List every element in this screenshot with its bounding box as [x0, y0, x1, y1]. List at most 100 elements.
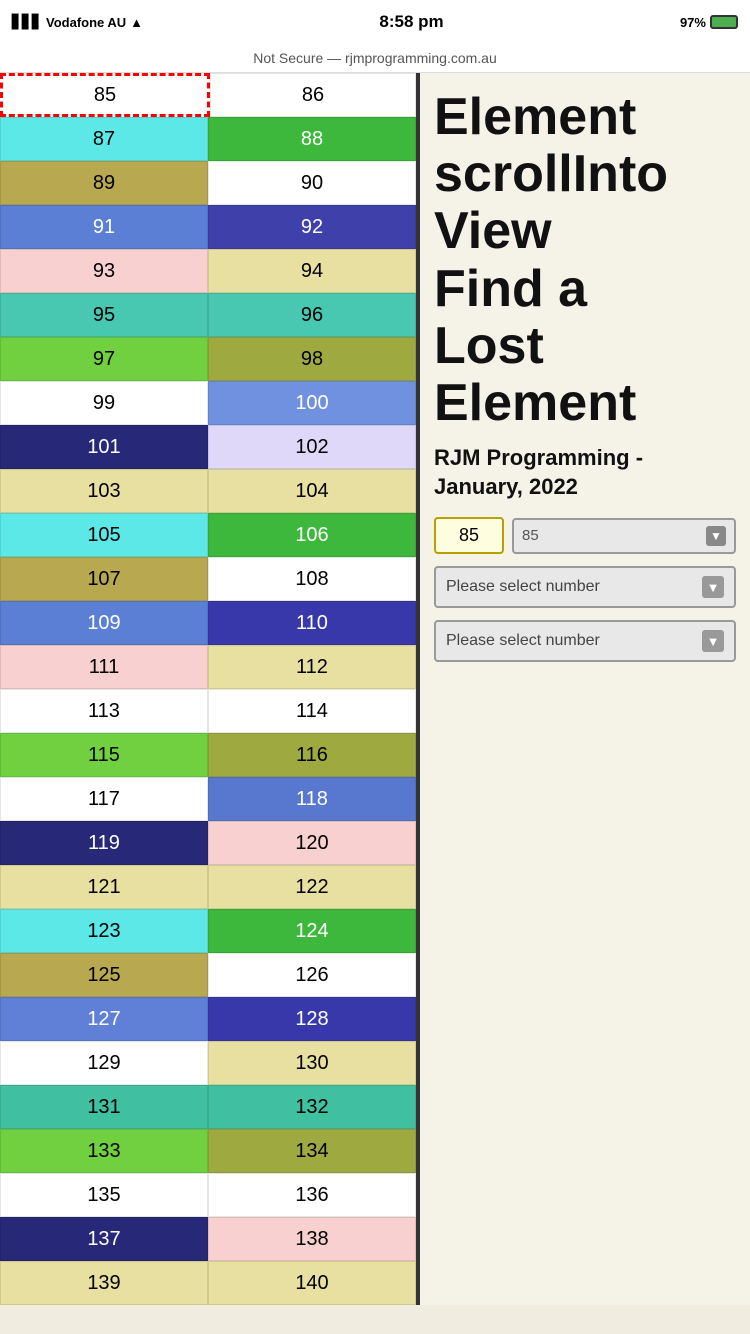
- dropdown-arrow-icon: ▼: [706, 526, 726, 546]
- list-item[interactable]: 106: [208, 513, 416, 557]
- list-item[interactable]: 110: [208, 601, 416, 645]
- carrier-info: ▋▋▋ Vodafone AU ▲: [12, 14, 143, 30]
- right-panel: Element scrollInto View Find a Lost Elem…: [420, 73, 750, 1305]
- list-item[interactable]: 87: [0, 117, 208, 161]
- dropdown-2[interactable]: Please select number ▼: [434, 620, 736, 662]
- page-title: Element scrollInto View Find a Lost Elem…: [434, 89, 736, 432]
- dropdown-1-label: Please select number: [446, 578, 694, 596]
- list-item[interactable]: 122: [208, 865, 416, 909]
- list-item[interactable]: 129: [0, 1041, 208, 1085]
- list-item[interactable]: 86: [210, 73, 416, 117]
- dropdown-2-arrow-icon: ▼: [702, 630, 724, 652]
- list-item[interactable]: 121: [0, 865, 208, 909]
- list-item[interactable]: 123: [0, 909, 208, 953]
- list-item[interactable]: 139: [0, 1261, 208, 1305]
- list-item[interactable]: 85: [0, 73, 210, 117]
- table-row[interactable]: 137138: [0, 1217, 416, 1261]
- table-row[interactable]: 99100: [0, 381, 416, 425]
- list-item[interactable]: 114: [208, 689, 416, 733]
- table-row[interactable]: 9192: [0, 205, 416, 249]
- table-row[interactable]: 135136: [0, 1173, 416, 1217]
- list-item[interactable]: 112: [208, 645, 416, 689]
- list-item[interactable]: 92: [208, 205, 416, 249]
- list-item[interactable]: 130: [208, 1041, 416, 1085]
- table-row[interactable]: 115116: [0, 733, 416, 777]
- list-item[interactable]: 94: [208, 249, 416, 293]
- list-item[interactable]: 102: [208, 425, 416, 469]
- number-select-inline[interactable]: 85 ▼: [512, 518, 736, 554]
- list-item[interactable]: 116: [208, 733, 416, 777]
- table-row[interactable]: 109110: [0, 601, 416, 645]
- list-item[interactable]: 93: [0, 249, 208, 293]
- list-item[interactable]: 97: [0, 337, 208, 381]
- table-row[interactable]: 133134: [0, 1129, 416, 1173]
- table-row[interactable]: 129130: [0, 1041, 416, 1085]
- list-item[interactable]: 138: [208, 1217, 416, 1261]
- list-item[interactable]: 117: [0, 777, 208, 821]
- table-row[interactable]: 101102: [0, 425, 416, 469]
- table-row[interactable]: 105106: [0, 513, 416, 557]
- table-row[interactable]: 9798: [0, 337, 416, 381]
- list-item[interactable]: 90: [208, 161, 416, 205]
- table-row[interactable]: 131132: [0, 1085, 416, 1129]
- table-row[interactable]: 119120: [0, 821, 416, 865]
- list-item[interactable]: 111: [0, 645, 208, 689]
- list-item[interactable]: 131: [0, 1085, 208, 1129]
- list-item[interactable]: 126: [208, 953, 416, 997]
- list-item[interactable]: 109: [0, 601, 208, 645]
- table-row[interactable]: 127128: [0, 997, 416, 1041]
- table-row[interactable]: 113114: [0, 689, 416, 733]
- list-item[interactable]: 104: [208, 469, 416, 513]
- main-layout: 8586878889909192939495969798991001011021…: [0, 73, 750, 1305]
- table-row[interactable]: 139140: [0, 1261, 416, 1305]
- list-item[interactable]: 140: [208, 1261, 416, 1305]
- list-item[interactable]: 132: [208, 1085, 416, 1129]
- list-item[interactable]: 89: [0, 161, 208, 205]
- list-item[interactable]: 124: [208, 909, 416, 953]
- list-item[interactable]: 137: [0, 1217, 208, 1261]
- list-item[interactable]: 136: [208, 1173, 416, 1217]
- list-item[interactable]: 96: [208, 293, 416, 337]
- list-item[interactable]: 133: [0, 1129, 208, 1173]
- table-row[interactable]: 107108: [0, 557, 416, 601]
- table-row[interactable]: 103104: [0, 469, 416, 513]
- dropdown-1[interactable]: Please select number ▼: [434, 566, 736, 608]
- number-list-panel: 8586878889909192939495969798991001011021…: [0, 73, 420, 1305]
- list-item[interactable]: 107: [0, 557, 208, 601]
- list-item[interactable]: 98: [208, 337, 416, 381]
- list-item[interactable]: 113: [0, 689, 208, 733]
- url-bar[interactable]: Not Secure — rjmprogramming.com.au: [0, 44, 750, 73]
- list-item[interactable]: 95: [0, 293, 208, 337]
- table-row[interactable]: 8788: [0, 117, 416, 161]
- table-row[interactable]: 121122: [0, 865, 416, 909]
- list-item[interactable]: 103: [0, 469, 208, 513]
- list-item[interactable]: 99: [0, 381, 208, 425]
- list-item[interactable]: 127: [0, 997, 208, 1041]
- table-row[interactable]: 123124: [0, 909, 416, 953]
- list-item[interactable]: 105: [0, 513, 208, 557]
- list-item[interactable]: 119: [0, 821, 208, 865]
- table-row[interactable]: 9394: [0, 249, 416, 293]
- status-bar: ▋▋▋ Vodafone AU ▲ 8:58 pm 97%: [0, 0, 750, 44]
- list-item[interactable]: 135: [0, 1173, 208, 1217]
- list-item[interactable]: 134: [208, 1129, 416, 1173]
- table-row[interactable]: 111112: [0, 645, 416, 689]
- table-row[interactable]: 8990: [0, 161, 416, 205]
- list-item[interactable]: 120: [208, 821, 416, 865]
- number-input-1[interactable]: [434, 517, 504, 554]
- list-item[interactable]: 91: [0, 205, 208, 249]
- list-item[interactable]: 88: [208, 117, 416, 161]
- list-item[interactable]: 108: [208, 557, 416, 601]
- list-item[interactable]: 125: [0, 953, 208, 997]
- list-item[interactable]: 118: [208, 777, 416, 821]
- list-item[interactable]: 115: [0, 733, 208, 777]
- list-item[interactable]: 101: [0, 425, 208, 469]
- table-row[interactable]: 8586: [0, 73, 416, 117]
- list-item[interactable]: 100: [208, 381, 416, 425]
- battery-icon: [710, 15, 738, 29]
- table-row[interactable]: 9596: [0, 293, 416, 337]
- dropdown-2-label: Please select number: [446, 632, 694, 650]
- table-row[interactable]: 117118: [0, 777, 416, 821]
- table-row[interactable]: 125126: [0, 953, 416, 997]
- list-item[interactable]: 128: [208, 997, 416, 1041]
